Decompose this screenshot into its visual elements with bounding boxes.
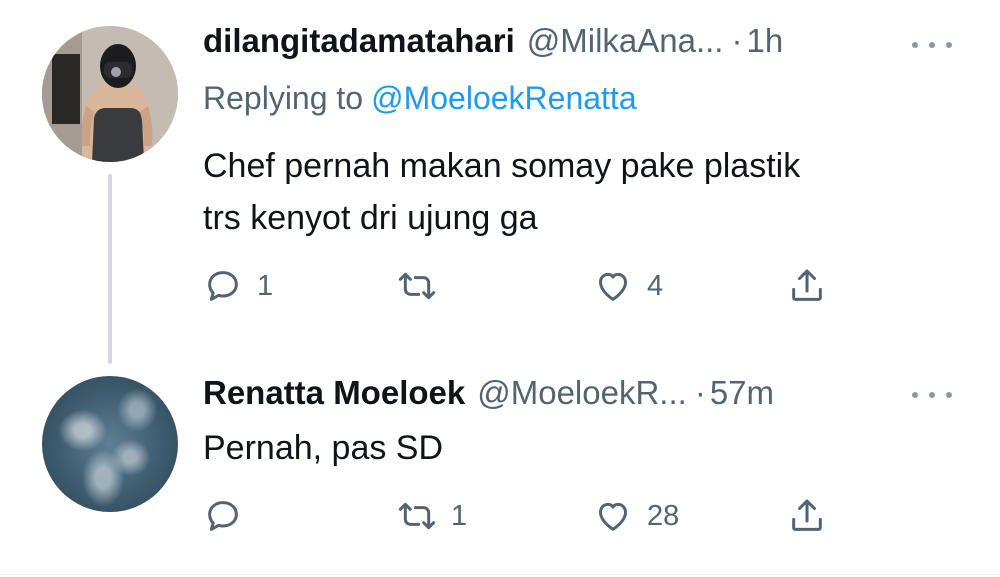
heart-icon bbox=[599, 502, 627, 531]
display-name[interactable]: dilangitadamatahari bbox=[203, 22, 515, 60]
share-icon bbox=[792, 269, 822, 301]
separator-dot: · bbox=[731, 22, 743, 59]
handle[interactable]: @MilkaAna... bbox=[527, 22, 724, 60]
like-count: 4 bbox=[647, 269, 664, 302]
share-button[interactable] bbox=[787, 266, 827, 306]
divider bbox=[0, 574, 1000, 575]
tweet-text: Pernah, pas SD bbox=[203, 422, 943, 474]
tweet-text-line: Pernah, pas SD bbox=[203, 429, 444, 467]
reply-button[interactable] bbox=[203, 496, 257, 536]
separator-dot: · bbox=[694, 374, 706, 411]
action-bar: 1 28 bbox=[203, 496, 843, 536]
reply-count: 1 bbox=[257, 269, 274, 302]
timestamp[interactable]: 57m bbox=[710, 374, 774, 412]
thread-line bbox=[108, 174, 112, 364]
tweet-text: Chef pernah makan somay pake plastik trs… bbox=[203, 140, 943, 244]
reply-icon bbox=[208, 271, 238, 301]
retweet-button[interactable]: 1 bbox=[397, 496, 467, 536]
avatar[interactable] bbox=[42, 26, 178, 162]
action-bar: 1 4 bbox=[203, 266, 843, 306]
replying-to: Replying to @MoeloekRenatta bbox=[203, 80, 637, 117]
share-icon bbox=[792, 499, 822, 531]
tweet-header: Renatta Moeloek @MoeloekR... · 57m bbox=[203, 374, 774, 412]
replying-mention[interactable]: @MoeloekRenatta bbox=[371, 80, 637, 116]
retweet-icon bbox=[398, 272, 436, 300]
retweet-icon bbox=[398, 502, 436, 530]
tweet-text-line: Chef pernah makan somay pake plastik bbox=[203, 147, 801, 185]
like-button[interactable]: 28 bbox=[593, 496, 679, 536]
like-count: 28 bbox=[647, 499, 680, 532]
avatar-photo bbox=[42, 26, 178, 162]
tweet-header: dilangitadamatahari @MilkaAna... · 1h bbox=[203, 22, 783, 60]
display-name[interactable]: Renatta Moeloek bbox=[203, 374, 465, 412]
share-button[interactable] bbox=[787, 496, 827, 536]
reply-icon bbox=[208, 501, 238, 531]
like-button[interactable]: 4 bbox=[593, 266, 663, 306]
avatar[interactable] bbox=[42, 376, 178, 512]
retweet-button[interactable] bbox=[397, 266, 451, 306]
replying-label: Replying to bbox=[203, 80, 364, 116]
heart-icon bbox=[599, 272, 627, 301]
timestamp[interactable]: 1h bbox=[746, 22, 783, 60]
reply-button[interactable]: 1 bbox=[203, 266, 273, 306]
tweet-text-line: trs kenyot dri ujung ga bbox=[203, 199, 538, 237]
retweet-count: 1 bbox=[451, 499, 468, 532]
handle[interactable]: @MoeloekR... bbox=[477, 374, 687, 412]
more-icon[interactable] bbox=[908, 380, 956, 410]
more-icon[interactable] bbox=[908, 30, 956, 60]
